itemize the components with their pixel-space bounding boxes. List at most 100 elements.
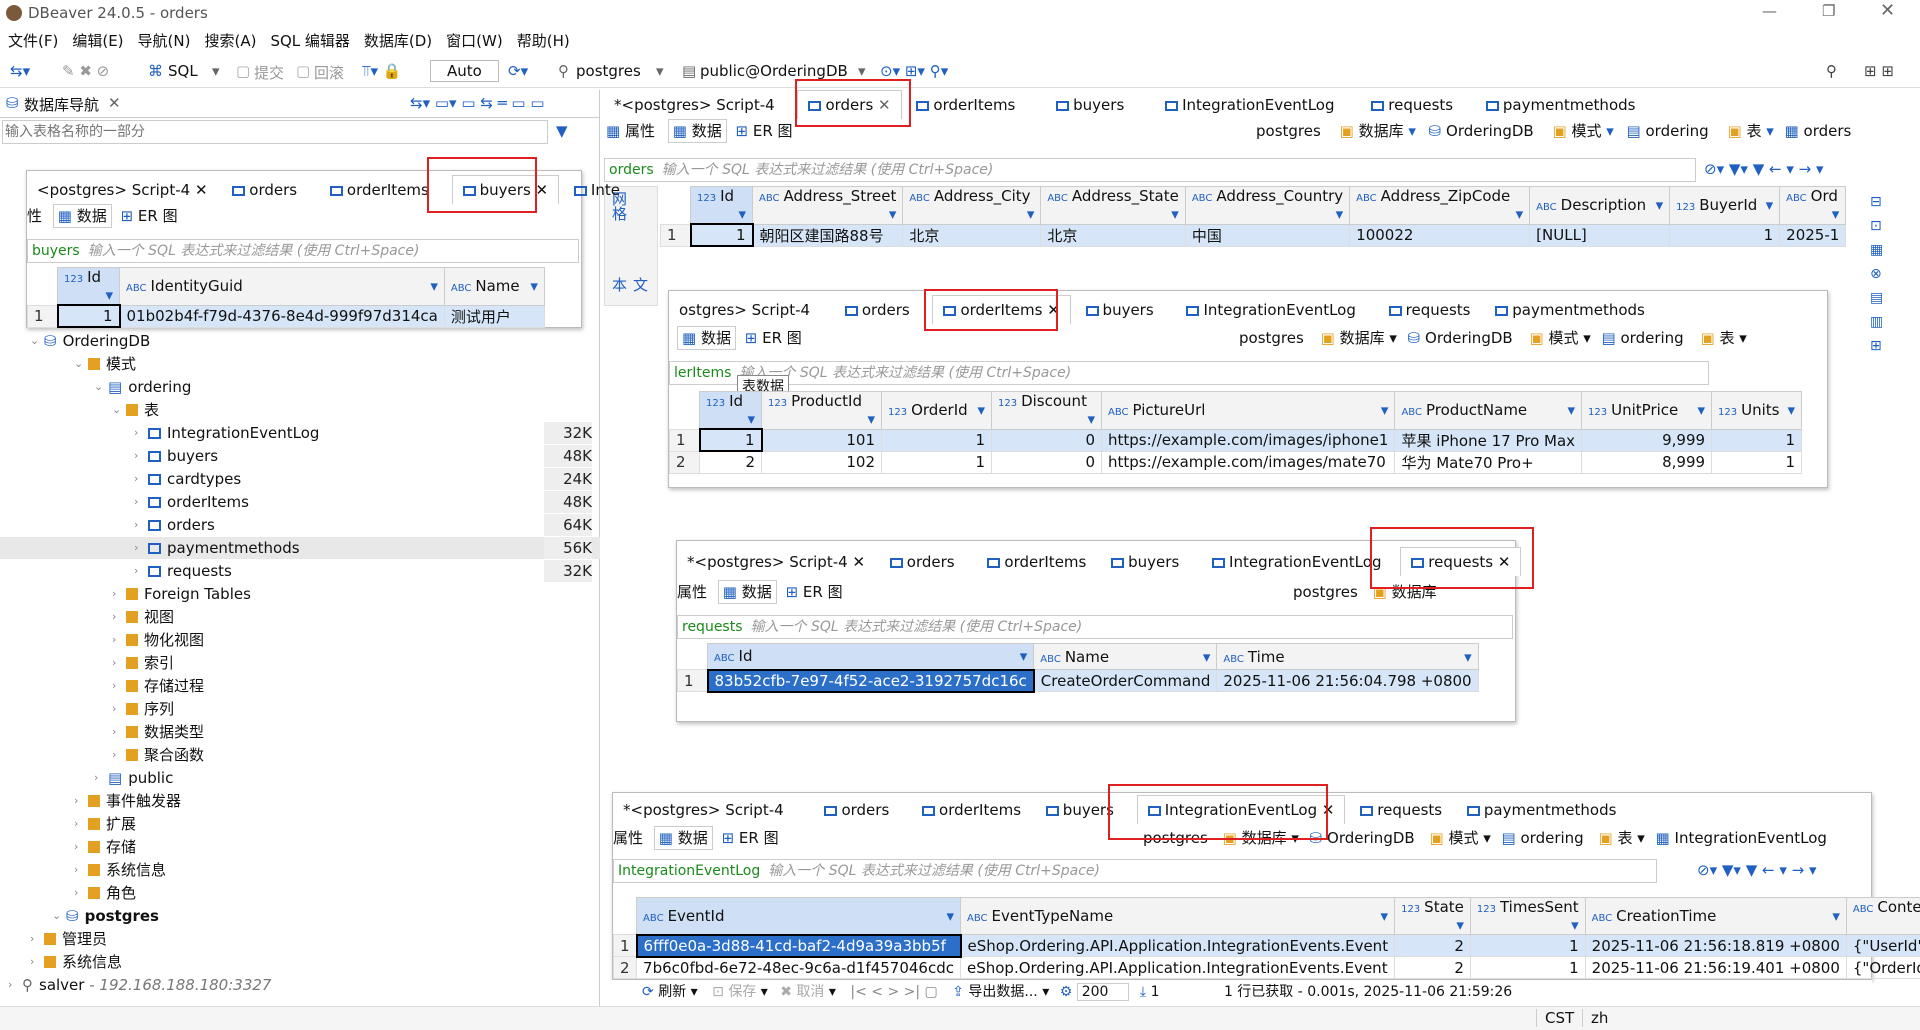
subtab-er[interactable]: ER 图	[138, 207, 178, 225]
expand-chevron-icon[interactable]: ›	[74, 813, 78, 835]
table-cell[interactable]: 01b02b4f-f79d-4376-8e4d-999f97d314ca	[119, 304, 445, 328]
table-cell[interactable]: 测试用户	[443, 304, 545, 328]
table-cell[interactable]: {"UserId": "	[1845, 934, 1920, 957]
table-cell[interactable]: 1	[881, 450, 992, 474]
buyers-tab-script[interactable]: <postgres> Script-4 ✕	[27, 176, 218, 204]
sort-icon[interactable]: ▾	[738, 205, 746, 223]
oi-tab-orders[interactable]: orders	[835, 296, 920, 324]
buyers-grid[interactable]: 123 Id ▾ ABC IdentityGuid ▾ ABC Name ▾ 1 1 01b02b4f…	[27, 267, 545, 328]
subtab-properties[interactable]: 属性	[613, 829, 643, 847]
column-header[interactable]: ABC IdentityGuid ▾	[119, 267, 445, 306]
sort-icon[interactable]: ▾	[1203, 648, 1211, 666]
oi-tab-requests[interactable]: requests	[1379, 296, 1481, 324]
table-cell[interactable]: 2	[699, 450, 762, 474]
navigator-filter-input[interactable]	[5, 122, 545, 142]
column-header[interactable]: 123 Id ▾	[57, 267, 120, 306]
table-cell[interactable]: 6fff0e0a-3d88-41cd-baf2-4d9a39a3bb5f	[635, 933, 962, 958]
tree-node[interactable]: › 系统信息	[0, 859, 600, 881]
crumb-orders[interactable]: orders	[1804, 122, 1852, 140]
el-tab-requests[interactable]: requests	[1350, 796, 1452, 824]
expand-chevron-icon[interactable]: ›	[94, 767, 98, 789]
table-cell[interactable]: 华为 Mate70 Pro+	[1394, 450, 1583, 474]
table-cell[interactable]: 1	[1711, 428, 1803, 452]
table-row[interactable]: 2 7b6c0fbd-6e72-48ec-9c6a-d1f457046cdc eSh…	[612, 956, 1920, 979]
table-cell[interactable]: 8,999	[1581, 450, 1713, 474]
menu-item[interactable]: 搜索(A)	[204, 32, 256, 50]
table-cell[interactable]: 1	[881, 428, 992, 452]
sort-icon[interactable]: ▾	[1832, 907, 1840, 925]
expand-chevron-icon[interactable]: ›	[134, 537, 138, 559]
tree-node[interactable]: › 数据类型	[0, 721, 600, 743]
navigator-tab-title[interactable]: 数据库导航	[24, 94, 99, 115]
subtab-data[interactable]: ▦ 数据	[653, 826, 713, 850]
orderitems-grid[interactable]: 123 Id ▾ 123 ProductId ▾ 123 OrderId ▾ 123 Discoun…	[669, 391, 1803, 474]
subtab-properties[interactable]: 性	[27, 207, 42, 225]
expand-chevron-icon[interactable]: ›	[112, 698, 116, 720]
sort-icon[interactable]: ▾	[1171, 205, 1179, 223]
connect-icon[interactable]: ⇆▾	[10, 62, 30, 80]
el-filter-toolbar-icons[interactable]: ⊘▾ ▼▾ ▼ ← ▾ → ▾	[1697, 861, 1817, 879]
sort-icon[interactable]: ▾	[1336, 205, 1344, 223]
cancel-button[interactable]: ✖ 取消	[780, 984, 824, 1000]
column-header[interactable]: 123 UnitPrice ▾	[1581, 391, 1713, 430]
column-header[interactable]: 123 Units ▾	[1711, 391, 1803, 430]
crumb-connection[interactable]: postgres	[1256, 122, 1321, 140]
expand-chevron-icon[interactable]: ›	[112, 675, 116, 697]
rq-tab-orders[interactable]: orders	[880, 548, 965, 576]
tree-node[interactable]: › 物化视图	[0, 629, 600, 651]
table-cell[interactable]: 1	[1711, 450, 1803, 474]
expand-chevron-icon[interactable]: ›	[134, 422, 138, 444]
expand-chevron-icon[interactable]: ›	[74, 790, 78, 812]
expand-chevron-icon[interactable]: ›	[134, 560, 138, 582]
table-cell[interactable]: 1	[612, 934, 638, 957]
navigator-toolbar-icons[interactable]: ⇆▾ ▭▾ ▭ ⇆ ═ ▭ ▭	[410, 94, 545, 112]
expand-chevron-icon[interactable]: ⌄	[52, 905, 61, 927]
rq-tab-buyers[interactable]: buyers	[1101, 548, 1189, 576]
column-header[interactable]: ABC Address_State ▾	[1040, 186, 1186, 225]
subtab-er[interactable]: ER 图	[753, 122, 793, 140]
tree-node[interactable]: › orderItems 48K	[0, 491, 600, 513]
tree-node[interactable]: ⌄ 模式	[0, 353, 600, 375]
crumb-database[interactable]: 数据库	[1359, 122, 1404, 140]
column-header[interactable]: ABC PictureUrl ▾	[1100, 391, 1396, 430]
column-header[interactable]: ABC Time ▾	[1216, 643, 1479, 670]
table-cell[interactable]: 2025-11-06 21:56:19.401 +0800	[1584, 956, 1847, 979]
table-row[interactable]: 1 6fff0e0a-3d88-41cd-baf2-4d9a39a3bb5f eSh…	[612, 933, 1920, 958]
orders-grid[interactable]: 123 Id ▾ ABC Address_Street ▾ ABC Address_City ▾…	[660, 186, 1847, 247]
table-cell[interactable]: 1	[1469, 934, 1586, 957]
sql-editor-icon[interactable]: ⌘	[148, 62, 163, 80]
history-icon[interactable]: ⟳▾	[508, 62, 528, 80]
table-cell[interactable]: 1	[669, 428, 700, 452]
table-row[interactable]: 1 1 101 1 0 https://example.com/images/iphone…	[669, 428, 1803, 452]
tab-script[interactable]: *<postgres> Script-4	[604, 91, 785, 119]
expand-chevron-icon[interactable]: ⌄	[30, 330, 39, 352]
tab-orders[interactable]: orders ✕	[797, 90, 902, 119]
column-header[interactable]: ABCContent▾	[1845, 897, 1920, 935]
expand-chevron-icon[interactable]: ⌄	[94, 376, 103, 398]
table-cell[interactable]: 1	[689, 223, 754, 247]
tree-node[interactable]: › 序列	[0, 698, 600, 720]
table-cell[interactable]: [NULL]	[1529, 223, 1671, 247]
sort-icon[interactable]: ▾	[946, 907, 954, 925]
table-cell[interactable]: 83b52cfb-7e97-4f52-ace2-3192757dc16c	[706, 668, 1035, 693]
expand-chevron-icon[interactable]: ›	[134, 491, 138, 513]
expand-chevron-icon[interactable]: ›	[74, 859, 78, 881]
tab-buyers[interactable]: buyers	[1046, 91, 1134, 119]
table-cell[interactable]: 北京	[1040, 223, 1186, 247]
el-tab-orders[interactable]: orders	[814, 796, 899, 824]
rq-tab-integration[interactable]: IntegrationEventLog	[1202, 548, 1391, 576]
tree-node[interactable]: › 系统信息	[0, 951, 600, 973]
table-cell[interactable]: 2	[1394, 934, 1471, 957]
tree-node[interactable]: › 管理员	[0, 928, 600, 950]
requests-grid[interactable]: ABC Id ▾ ABC Name ▾ ABC Time ▾ 1 83b52cfb-7e97-4f5…	[677, 643, 1479, 693]
el-tab-buyers[interactable]: buyers	[1036, 796, 1124, 824]
table-cell[interactable]: eShop.Ordering.API.Application.Integrati…	[959, 934, 1396, 957]
orders-filter[interactable]: orders 输入一个 SQL 表达式来过滤结果 (使用 Ctrl+Space)	[604, 158, 1696, 182]
tree-node[interactable]: › 扩展	[0, 813, 600, 835]
expand-chevron-icon[interactable]: ›	[112, 652, 116, 674]
buyers-tab-orderitems[interactable]: orderItems	[320, 176, 439, 204]
search-icon[interactable]: ⚲	[1826, 62, 1837, 80]
tab-paymentmethods[interactable]: paymentmethods	[1476, 91, 1646, 119]
transaction-mode-icon[interactable]: ⫪▾ 🔒	[362, 62, 401, 80]
tree-node[interactable]: › 存储过程	[0, 675, 600, 697]
